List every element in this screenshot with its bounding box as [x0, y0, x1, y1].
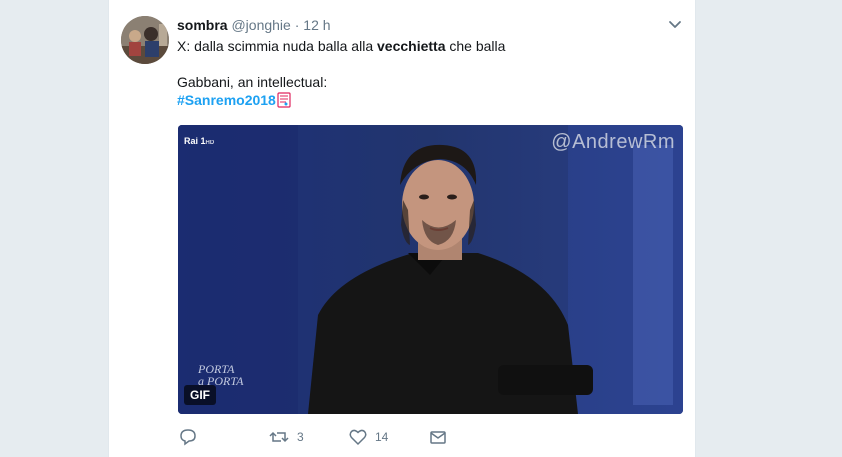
tweet-line-2: Gabbani, an intellectual:	[177, 74, 328, 90]
tweet-header: sombra @jonghie · 12 h	[177, 17, 331, 33]
music-sheet-icon	[277, 92, 291, 112]
show-logo: PORTA a PORTA	[198, 362, 244, 388]
direct-message-button[interactable]	[429, 428, 447, 446]
gif-badge: GIF	[184, 385, 216, 405]
like-button[interactable]: 14	[349, 428, 388, 446]
tweet-text: X: dalla scimmia nuda balla alla vecchie…	[177, 37, 677, 112]
gif-media[interactable]: @AndrewRm Rai 1HD PORTA a PORTA GIF	[178, 125, 683, 414]
user-handle[interactable]: @jonghie	[231, 17, 290, 33]
chevron-down-icon[interactable]	[667, 16, 683, 32]
gif-frame	[178, 125, 683, 414]
reply-button[interactable]	[179, 428, 205, 446]
channel-logo: Rai 1HD	[184, 136, 215, 146]
retweet-count: 3	[297, 430, 304, 444]
separator: ·	[294, 17, 300, 33]
display-name[interactable]: sombra	[177, 17, 228, 33]
tweet-line-1: X: dalla scimmia nuda balla alla vecchie…	[177, 38, 506, 54]
like-count: 14	[375, 430, 389, 444]
retweet-button[interactable]: 3	[269, 428, 304, 446]
timestamp[interactable]: 12 h	[303, 17, 330, 33]
avatar[interactable]	[121, 16, 169, 64]
retweet-icon	[269, 431, 289, 443]
envelope-icon	[430, 431, 446, 444]
gif-watermark: @AndrewRm	[551, 131, 675, 153]
tweet-card[interactable]: sombra @jonghie · 12 h X: dalla scimmia …	[108, 0, 696, 457]
reply-icon	[180, 429, 196, 446]
bold-word: vecchietta	[377, 38, 446, 54]
hashtag-link[interactable]: #Sanremo2018	[177, 92, 276, 108]
heart-icon	[349, 429, 367, 446]
